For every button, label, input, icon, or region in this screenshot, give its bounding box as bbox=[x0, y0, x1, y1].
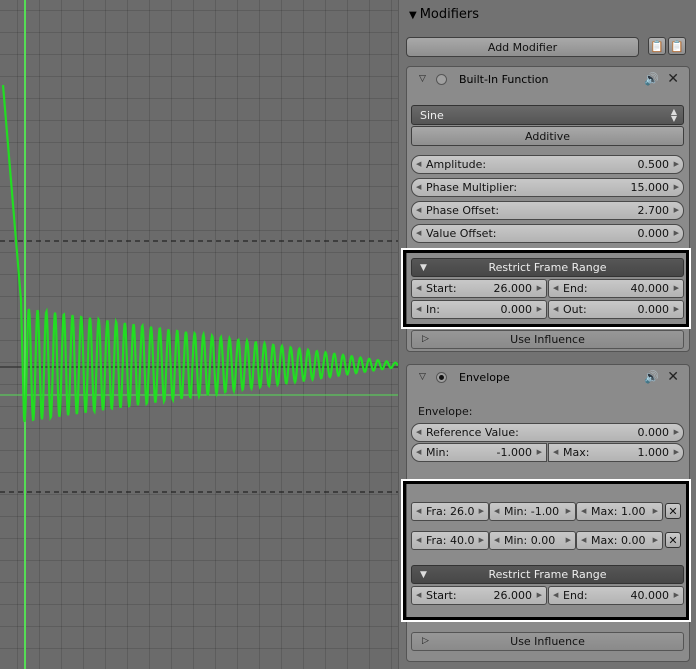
decrement-arrow-icon[interactable]: ◀ bbox=[494, 507, 499, 515]
decrement-arrow-icon[interactable]: ◀ bbox=[416, 448, 421, 456]
increment-arrow-icon[interactable]: ▶ bbox=[674, 160, 679, 168]
panel-title: Modifiers bbox=[419, 7, 480, 22]
blend-in-field[interactable]: ◀ In: 0.000 ▶ bbox=[411, 300, 547, 319]
decrement-arrow-icon[interactable]: ◀ bbox=[416, 229, 421, 237]
mute-toggle-icon[interactable] bbox=[436, 74, 447, 85]
increment-arrow-icon[interactable]: ▶ bbox=[479, 536, 484, 544]
modifier-name: Built-In Function bbox=[459, 73, 549, 86]
collapse-triangle-icon[interactable]: ▼ bbox=[420, 570, 427, 580]
increment-arrow-icon[interactable]: ▶ bbox=[674, 284, 679, 292]
decrement-arrow-icon[interactable]: ◀ bbox=[581, 536, 586, 544]
expand-triangle-icon[interactable]: ▷ bbox=[422, 334, 429, 344]
f-curve bbox=[1, 84, 398, 423]
close-icon[interactable]: ✕ bbox=[667, 369, 679, 385]
reference-value-field[interactable]: ◀ Reference Value: 0.000 ▶ bbox=[411, 423, 684, 442]
restrict-end-field[interactable]: ◀ End: 40.000 ▶ bbox=[548, 586, 684, 605]
increment-arrow-icon[interactable]: ▶ bbox=[537, 591, 542, 599]
increment-arrow-icon[interactable]: ▶ bbox=[674, 448, 679, 456]
point-min-field[interactable]: ◀ Min: 0.00 ▶ bbox=[489, 531, 576, 550]
decrement-arrow-icon[interactable]: ◀ bbox=[416, 428, 421, 436]
increment-arrow-icon[interactable]: ▶ bbox=[674, 183, 679, 191]
function-type-value: Sine bbox=[420, 108, 444, 122]
restrict-start-field[interactable]: ◀ Start: 26.000 ▶ bbox=[411, 279, 547, 298]
expand-triangle-icon[interactable]: ▷ bbox=[422, 636, 429, 646]
decrement-arrow-icon[interactable]: ◀ bbox=[553, 305, 558, 313]
restrict-end-field[interactable]: ◀ End: 40.000 ▶ bbox=[548, 279, 684, 298]
restrict-start-field[interactable]: ◀ Start: 26.000 ▶ bbox=[411, 586, 547, 605]
decrement-arrow-icon[interactable]: ◀ bbox=[416, 160, 421, 168]
decrement-arrow-icon[interactable]: ◀ bbox=[494, 536, 499, 544]
close-icon[interactable]: ✕ bbox=[667, 71, 679, 87]
increment-arrow-icon[interactable]: ▶ bbox=[674, 206, 679, 214]
use-influence-toggle[interactable]: ▷ Use Influence bbox=[411, 632, 684, 651]
function-type-select[interactable]: Sine ▲ ▼ bbox=[411, 105, 684, 125]
decrement-arrow-icon[interactable]: ◀ bbox=[416, 284, 421, 292]
paste-modifiers-icon[interactable]: 📋 bbox=[668, 37, 686, 55]
decrement-arrow-icon[interactable]: ◀ bbox=[553, 591, 558, 599]
speaker-icon[interactable]: 🔊 bbox=[644, 72, 659, 86]
modifier-header[interactable]: ▽ Built-In Function 🔊 ✕ bbox=[407, 67, 689, 93]
point-min-field[interactable]: ◀ Min: -1.00 ▶ bbox=[489, 502, 576, 521]
modifiers-panel-header[interactable]: ▼ Modifiers bbox=[409, 7, 479, 22]
point-max-field[interactable]: ◀ Max: 1.00 ▶ bbox=[576, 502, 663, 521]
increment-arrow-icon[interactable]: ▶ bbox=[653, 507, 658, 515]
collapse-triangle-icon[interactable]: ▽ bbox=[419, 372, 426, 382]
increment-arrow-icon[interactable]: ▶ bbox=[566, 507, 571, 515]
add-modifier-button[interactable]: Add Modifier bbox=[406, 37, 639, 57]
increment-arrow-icon[interactable]: ▶ bbox=[566, 536, 571, 544]
phase-offset-field[interactable]: ◀ Phase Offset: 2.700 ▶ bbox=[411, 201, 684, 220]
decrement-arrow-icon[interactable]: ◀ bbox=[553, 284, 558, 292]
increment-arrow-icon[interactable]: ▶ bbox=[674, 428, 679, 436]
value-offset-field[interactable]: ◀ Value Offset: 0.000 ▶ bbox=[411, 224, 684, 243]
point-frame-field[interactable]: ◀ Fra: 26.0 ▶ bbox=[411, 502, 489, 521]
collapse-triangle-icon[interactable]: ▽ bbox=[419, 74, 426, 84]
use-influence-toggle[interactable]: ▷ Use Influence bbox=[411, 330, 684, 349]
mute-toggle-icon[interactable] bbox=[436, 372, 447, 383]
decrement-arrow-icon[interactable]: ◀ bbox=[553, 448, 558, 456]
increment-arrow-icon[interactable]: ▶ bbox=[537, 448, 542, 456]
increment-arrow-icon[interactable]: ▶ bbox=[479, 507, 484, 515]
decrement-arrow-icon[interactable]: ◀ bbox=[416, 536, 421, 544]
copy-modifiers-icon[interactable]: 📋 bbox=[648, 37, 666, 55]
amplitude-field[interactable]: ◀ Amplitude: 0.500 ▶ bbox=[411, 155, 684, 174]
delete-point-icon[interactable]: ✕ bbox=[665, 532, 681, 548]
decrement-arrow-icon[interactable]: ◀ bbox=[416, 206, 421, 214]
increment-arrow-icon[interactable]: ▶ bbox=[653, 536, 658, 544]
delete-point-icon[interactable]: ✕ bbox=[665, 503, 681, 519]
increment-arrow-icon[interactable]: ▶ bbox=[674, 305, 679, 313]
blend-out-field[interactable]: ◀ Out: 0.000 ▶ bbox=[548, 300, 684, 319]
decrement-arrow-icon[interactable]: ◀ bbox=[416, 305, 421, 313]
collapse-triangle-icon[interactable]: ▼ bbox=[420, 263, 427, 273]
envelope-max-field[interactable]: ◀ Max: 1.000 ▶ bbox=[548, 443, 684, 462]
increment-arrow-icon[interactable]: ▶ bbox=[674, 591, 679, 599]
graph-canvas bbox=[0, 0, 398, 669]
speaker-icon[interactable]: 🔊 bbox=[644, 370, 659, 384]
decrement-arrow-icon[interactable]: ◀ bbox=[581, 507, 586, 515]
updown-icon: ▲ ▼ bbox=[670, 107, 677, 123]
increment-arrow-icon[interactable]: ▶ bbox=[537, 284, 542, 292]
restrict-frame-range-header[interactable]: ▼ Restrict Frame Range bbox=[411, 565, 684, 584]
phase-multiplier-field[interactable]: ◀ Phase Multiplier: 15.000 ▶ bbox=[411, 178, 684, 197]
collapse-triangle-icon: ▼ bbox=[409, 10, 417, 21]
increment-arrow-icon[interactable]: ▶ bbox=[674, 229, 679, 237]
envelope-section-label: Envelope: bbox=[418, 405, 473, 418]
point-frame-field[interactable]: ◀ Fra: 40.0 ▶ bbox=[411, 531, 489, 550]
decrement-arrow-icon[interactable]: ◀ bbox=[416, 183, 421, 191]
modifier-name: Envelope bbox=[459, 371, 510, 384]
restrict-frame-range-header[interactable]: ▼ Restrict Frame Range bbox=[411, 258, 684, 277]
decrement-arrow-icon[interactable]: ◀ bbox=[416, 591, 421, 599]
modifier-header[interactable]: ▽ Envelope 🔊 ✕ bbox=[407, 365, 689, 391]
additive-toggle[interactable]: Additive bbox=[411, 126, 684, 146]
decrement-arrow-icon[interactable]: ◀ bbox=[416, 507, 421, 515]
graph-editor[interactable] bbox=[0, 0, 398, 669]
increment-arrow-icon[interactable]: ▶ bbox=[537, 305, 542, 313]
point-max-field[interactable]: ◀ Max: 0.00 ▶ bbox=[576, 531, 663, 550]
envelope-min-field[interactable]: ◀ Min: -1.000 ▶ bbox=[411, 443, 547, 462]
